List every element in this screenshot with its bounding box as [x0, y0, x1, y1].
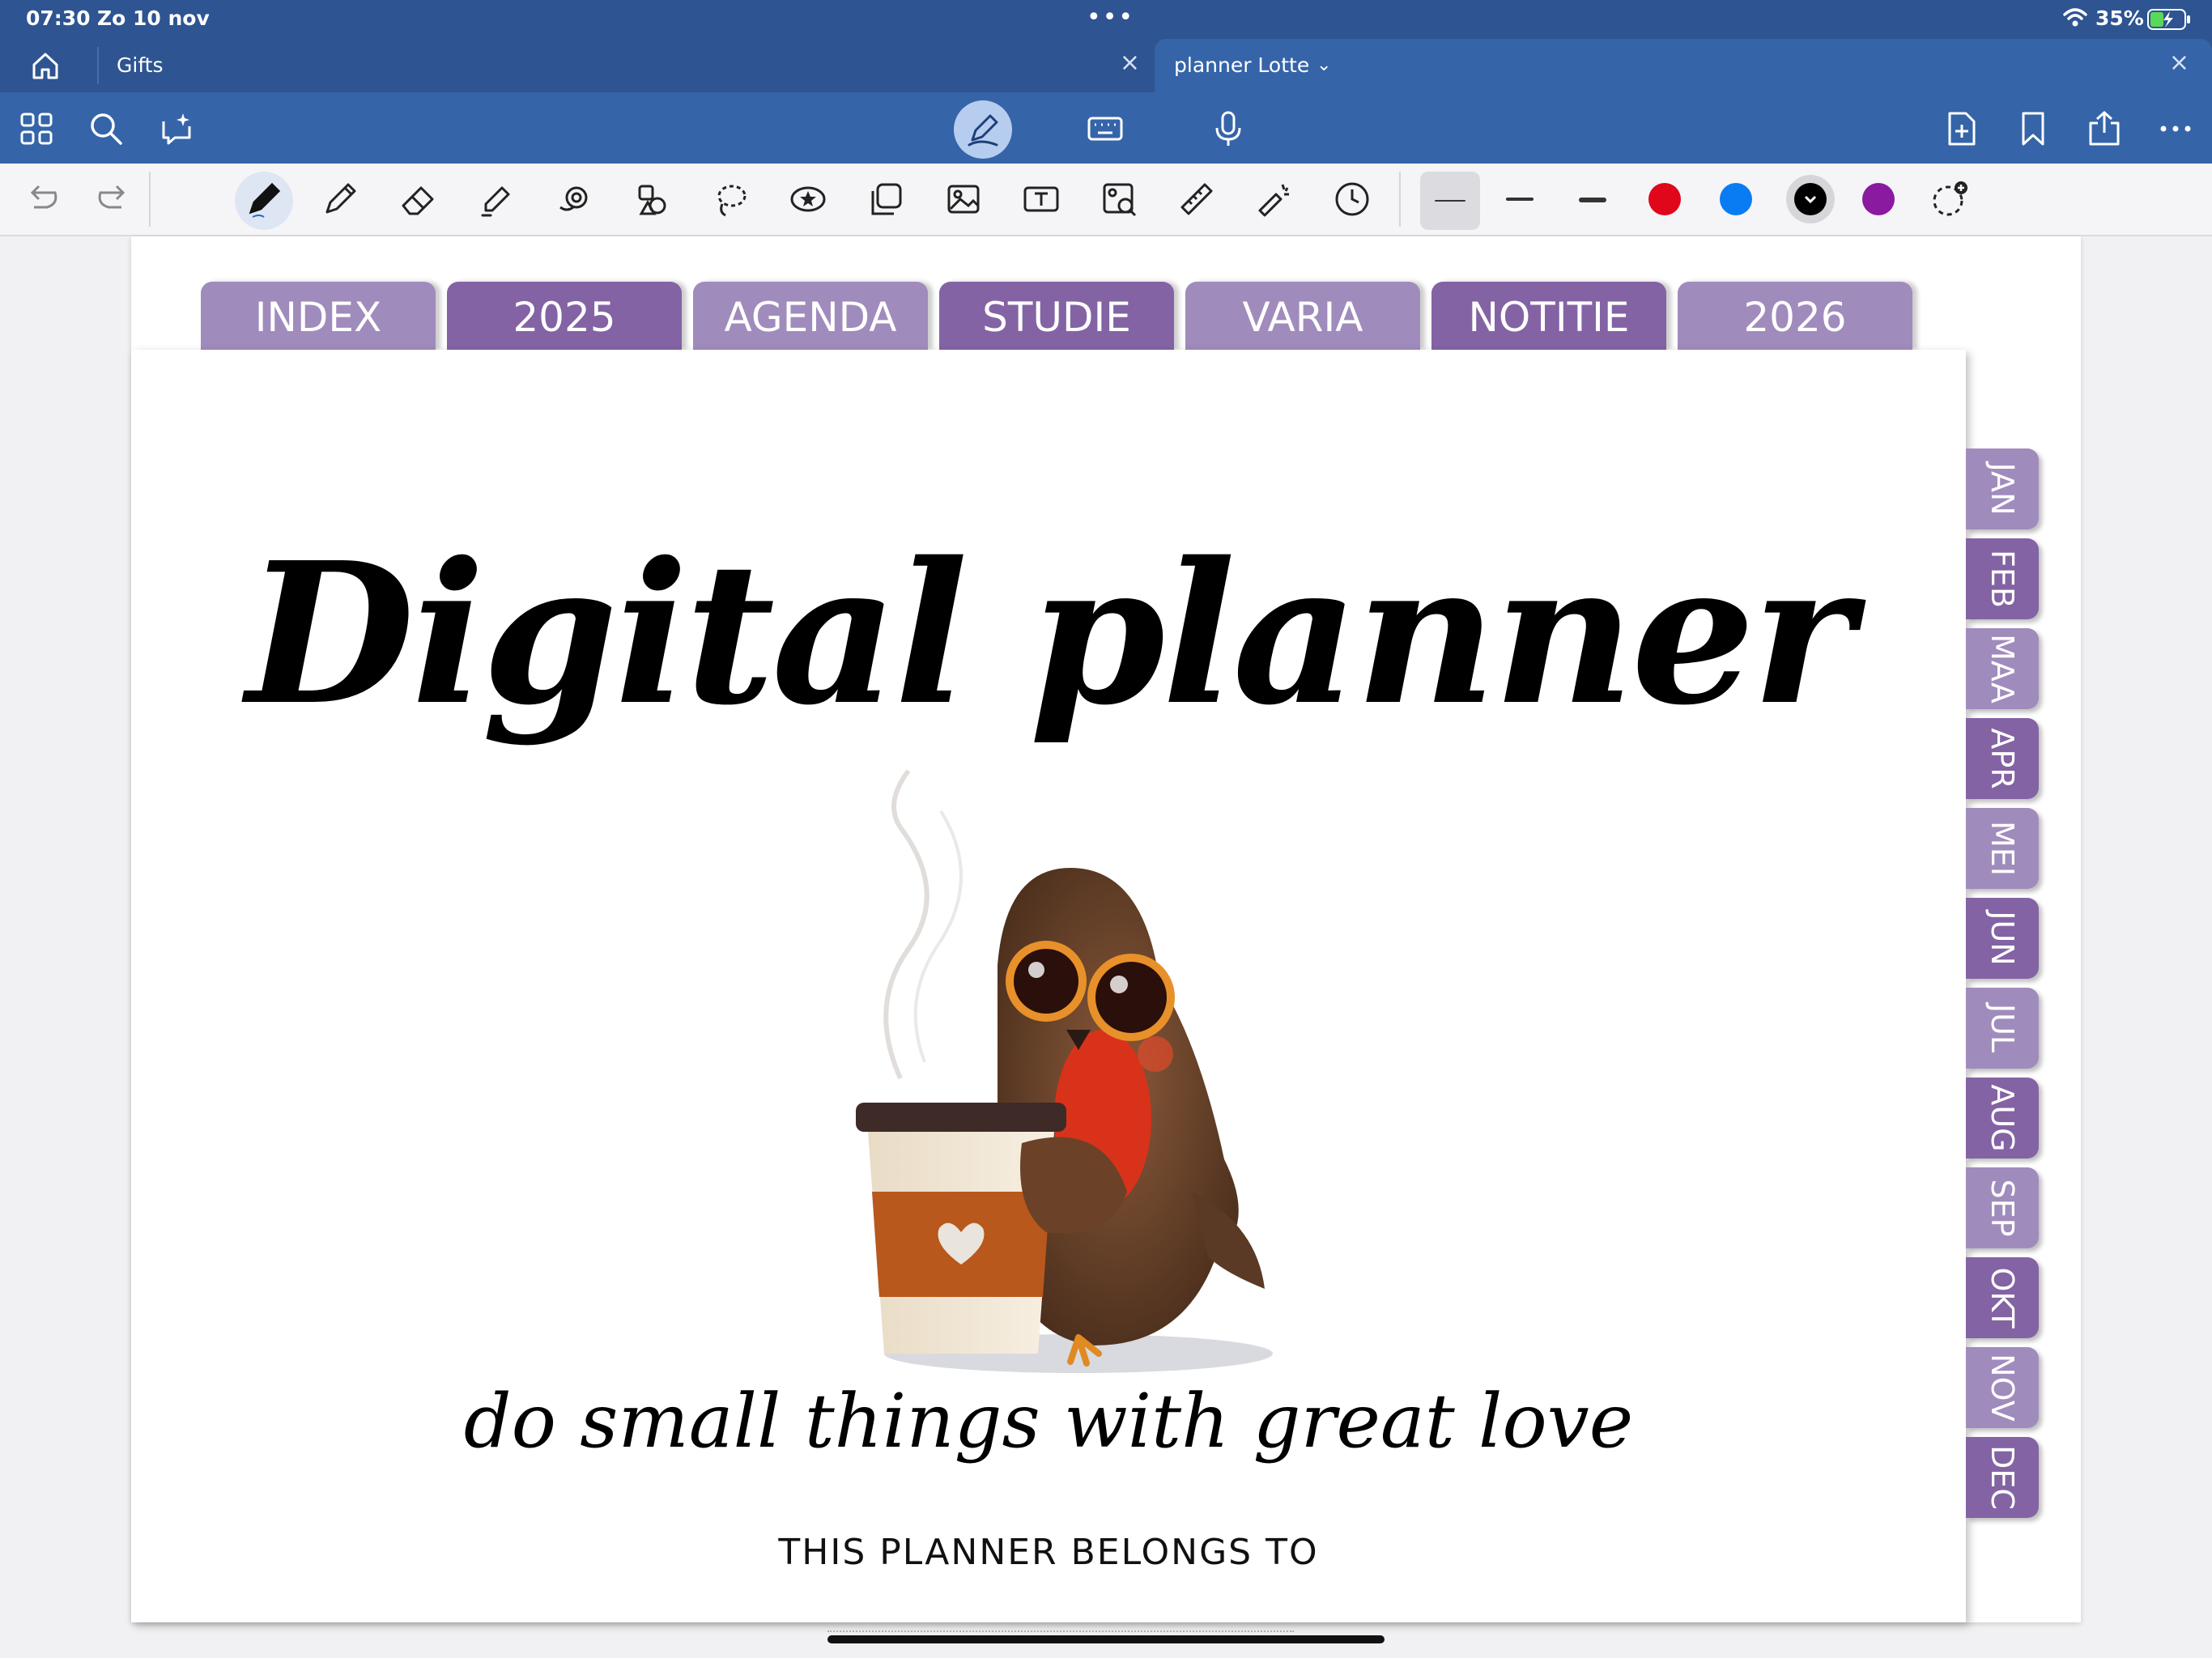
- tab-index[interactable]: INDEX: [201, 282, 436, 350]
- month-tab-jul[interactable]: JUL: [1966, 988, 2039, 1069]
- bookmark-icon[interactable]: [2014, 110, 2052, 147]
- month-tab-mei[interactable]: MEI: [1966, 808, 2039, 889]
- pencil-icon[interactable]: [321, 180, 359, 219]
- sticker-icon[interactable]: [789, 180, 827, 219]
- home-indicator[interactable]: [827, 1635, 1385, 1643]
- chevron-down-icon[interactable]: ⌄: [1317, 55, 1331, 75]
- stroke-width-thin-button[interactable]: [1420, 172, 1480, 230]
- status-bar: 07:30 Zo 10 nov ••• 35%: [0, 0, 2212, 39]
- tab-gifts[interactable]: Gifts ×: [99, 39, 1153, 92]
- month-label: AUG: [1984, 1084, 2020, 1152]
- highlighter-icon[interactable]: [478, 180, 517, 219]
- status-time: 07:30: [26, 6, 91, 30]
- bird-coffee-illustration: [856, 769, 1273, 1373]
- battery-charging-icon: [2147, 9, 2190, 30]
- month-tab-feb[interactable]: FEB: [1966, 538, 2039, 619]
- image-icon[interactable]: [944, 180, 983, 219]
- add-page-icon[interactable]: [1943, 110, 1980, 147]
- month-label: MEI: [1984, 820, 2020, 877]
- home-icon[interactable]: [29, 50, 62, 81]
- owner-name-line[interactable]: [827, 1630, 1294, 1632]
- color-swatch-red[interactable]: [1648, 183, 1681, 215]
- tools-bar: [0, 164, 2212, 236]
- copy-icon[interactable]: [866, 180, 905, 219]
- planner-page[interactable]: INDEX 2025 AGENDA STUDIE VARIA NOTITIE 2…: [131, 236, 2081, 1632]
- month-label: DEC: [1984, 1445, 2020, 1510]
- stroke-width-medium-button[interactable]: [1506, 198, 1534, 201]
- tab-2025[interactable]: 2025: [447, 282, 682, 350]
- planner-cover: Digital planner do small things with gre…: [131, 350, 1966, 1632]
- tab-label: Gifts: [117, 53, 164, 77]
- eraser-icon[interactable]: [398, 180, 437, 219]
- tagline: do small things with great love: [463, 1378, 1634, 1465]
- tab-2026[interactable]: 2026: [1678, 282, 1912, 350]
- color-swatch-black[interactable]: [1794, 183, 1827, 215]
- multitasking-dots-icon[interactable]: •••: [1087, 3, 1134, 32]
- ruler-icon[interactable]: [1177, 180, 1216, 219]
- month-label: OKT: [1984, 1267, 2020, 1329]
- pen-icon[interactable]: [245, 180, 283, 219]
- grid-icon[interactable]: [18, 110, 55, 147]
- redo-icon[interactable]: [94, 180, 133, 219]
- month-tab-apr[interactable]: APR: [1966, 718, 2039, 799]
- tab-studie[interactable]: STUDIE: [939, 282, 1174, 350]
- add-color-icon[interactable]: [1930, 180, 1969, 219]
- pen-mode-icon: [968, 114, 998, 147]
- status-date: Zo 10 nov: [97, 6, 210, 30]
- wifi-icon: [2063, 8, 2087, 27]
- month-label: JUN: [1984, 911, 2020, 966]
- month-label: JUL: [1984, 1003, 2020, 1053]
- tab-bar: Gifts × planner Lotte ⌄ ×: [0, 39, 2212, 92]
- belongs-to-label: THIS PLANNER BELONGS TO: [778, 1532, 1319, 1573]
- clock-icon[interactable]: [1333, 180, 1372, 219]
- camera-icon[interactable]: [1100, 180, 1138, 219]
- close-icon[interactable]: ×: [1120, 49, 1140, 77]
- keyboard-icon[interactable]: [1087, 110, 1124, 147]
- month-tab-sep[interactable]: SEP: [1966, 1167, 2039, 1248]
- separator: [1399, 172, 1401, 227]
- text-icon[interactable]: [1022, 180, 1061, 219]
- page-title: Digital planner: [246, 520, 1854, 748]
- line-width-thin: [1435, 200, 1465, 202]
- stroke-width-thick-button[interactable]: [1579, 198, 1606, 202]
- month-label: MAA: [1984, 634, 2020, 704]
- month-tab-jun[interactable]: JUN: [1966, 898, 2039, 979]
- close-icon[interactable]: ×: [2169, 49, 2189, 77]
- color-swatch-blue[interactable]: [1720, 183, 1752, 215]
- main-toolbar: [0, 92, 2212, 164]
- month-label: APR: [1984, 728, 2020, 789]
- shapes-icon[interactable]: [555, 180, 594, 219]
- month-tab-okt[interactable]: OKT: [1966, 1257, 2039, 1338]
- more-icon[interactable]: [2157, 110, 2194, 147]
- tab-planner-lotte[interactable]: planner Lotte ⌄ ×: [1155, 39, 2212, 92]
- month-tab-nov[interactable]: NOV: [1966, 1347, 2039, 1428]
- undo-icon[interactable]: [23, 180, 62, 219]
- chevron-down-icon: [1804, 195, 1817, 204]
- battery-percentage: 35%: [2095, 6, 2144, 30]
- pen-mode-button[interactable]: [954, 100, 1012, 159]
- month-label: NOV: [1984, 1354, 2020, 1422]
- lasso-icon[interactable]: [711, 180, 750, 219]
- month-label: SEP: [1984, 1179, 2020, 1237]
- ai-chat-icon[interactable]: [159, 110, 196, 147]
- tab-label: planner Lotte: [1174, 53, 1310, 77]
- share-icon[interactable]: [2086, 110, 2123, 147]
- microphone-icon[interactable]: [1210, 110, 1247, 147]
- month-tab-aug[interactable]: AUG: [1966, 1078, 2039, 1158]
- laser-icon[interactable]: [1255, 180, 1294, 219]
- separator: [149, 172, 151, 227]
- month-tab-maa[interactable]: MAA: [1966, 628, 2039, 709]
- month-tab-dec[interactable]: DEC: [1966, 1437, 2039, 1518]
- month-label: FEB: [1984, 550, 2020, 608]
- tab-varia[interactable]: VARIA: [1185, 282, 1420, 350]
- month-label: JAN: [1984, 462, 2020, 516]
- tab-agenda[interactable]: AGENDA: [693, 282, 928, 350]
- tab-notitie[interactable]: NOTITIE: [1431, 282, 1666, 350]
- color-swatch-purple[interactable]: [1862, 183, 1895, 215]
- elements-icon[interactable]: [633, 180, 672, 219]
- search-icon[interactable]: [87, 110, 125, 147]
- month-tab-jan[interactable]: JAN: [1966, 449, 2039, 529]
